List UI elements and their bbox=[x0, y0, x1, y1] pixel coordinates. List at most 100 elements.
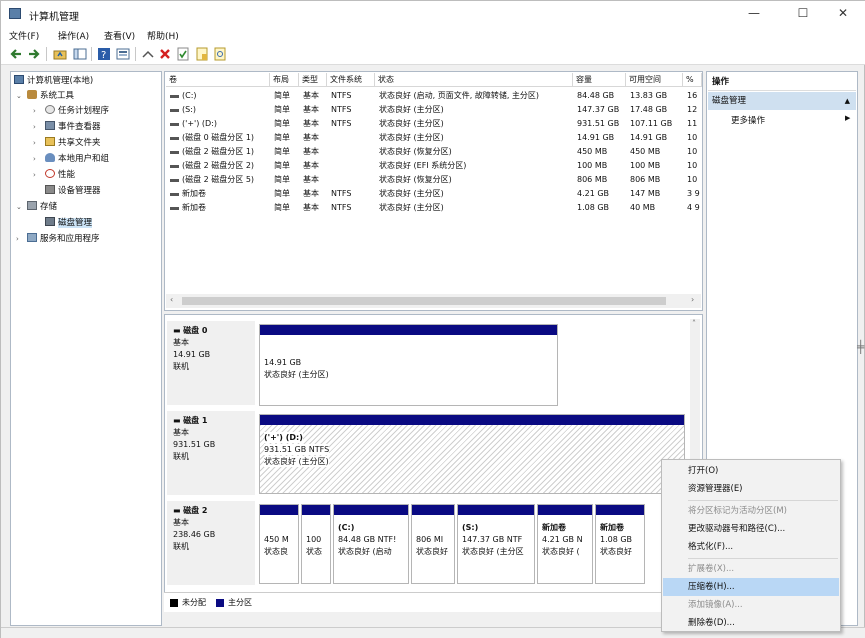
help-icon[interactable]: ? bbox=[97, 47, 111, 61]
new-document-icon[interactable] bbox=[195, 47, 209, 61]
menu-item-change-drive-letter[interactable]: 更改驱动器号和路径(C)... bbox=[663, 520, 839, 538]
disk-2-partition[interactable]: 100 状态 bbox=[301, 504, 331, 584]
minimize-button[interactable]: — bbox=[738, 3, 770, 23]
volume-row[interactable]: 新加卷 简单 基本 NTFS 状态良好 (主分区) 1.08 GB 40 MB 4 9 bbox=[166, 201, 702, 215]
cell-layout: 简单 bbox=[274, 119, 290, 128]
column-header-capacity[interactable]: 容量 bbox=[573, 73, 626, 87]
column-header-type[interactable]: 类型 bbox=[299, 73, 327, 87]
submenu-arrow-icon[interactable]: ▶ bbox=[845, 114, 850, 122]
menu-item-format[interactable]: 格式化(F)... bbox=[663, 538, 839, 556]
menu-action[interactable]: 操作(A) bbox=[58, 29, 89, 42]
show-hide-tree-icon[interactable] bbox=[73, 47, 87, 61]
tree-item-device-manager[interactable]: 设备管理器 bbox=[45, 184, 101, 199]
properties-icon[interactable] bbox=[116, 47, 130, 61]
cell-percent: 16 bbox=[687, 91, 698, 100]
services-icon bbox=[27, 233, 37, 242]
volume-row[interactable]: (磁盘 0 磁盘分区 1) 简单 基本 状态良好 (主分区) 14.91 GB 14.91… bbox=[166, 131, 702, 145]
volume-row[interactable]: (磁盘 2 磁盘分区 2) 简单 基本 状态良好 (EFI 系统分区) 100 MB 10… bbox=[166, 159, 702, 173]
check-icon[interactable] bbox=[176, 47, 190, 61]
more-actions-label: 更多操作 bbox=[731, 116, 766, 126]
tree-item-computer-management[interactable]: 计算机管理(本地) bbox=[14, 74, 93, 89]
expand-arrow-icon[interactable]: › bbox=[16, 235, 19, 243]
tree-item-services-and-apps[interactable]: 服务和应用程序 bbox=[27, 232, 100, 247]
close-button[interactable]: ✕ bbox=[827, 3, 859, 23]
scroll-up-arrow-icon[interactable]: ˄ bbox=[692, 319, 696, 328]
volume-row[interactable]: (磁盘 2 磁盘分区 1) 简单 基本 状态良好 (恢复分区) 450 MB 450 MB… bbox=[166, 145, 702, 159]
volume-row[interactable]: (磁盘 2 磁盘分区 5) 简单 基本 状态良好 (恢复分区) 806 MB 806 MB… bbox=[166, 173, 702, 187]
tree-item-local-users[interactable]: 本地用户和组 bbox=[45, 152, 109, 167]
column-header-file-system[interactable]: 文件系统 bbox=[327, 73, 375, 87]
expand-arrow-icon[interactable]: ⌄ bbox=[16, 92, 22, 100]
column-header-layout[interactable]: 布局 bbox=[270, 73, 299, 87]
disk-2-partition[interactable]: (S:) 147.37 GB NTF 状态良好 (主分区 bbox=[457, 504, 535, 584]
primary-partition-bar bbox=[302, 505, 330, 515]
forward-arrow-icon[interactable] bbox=[27, 47, 41, 61]
expand-arrow-icon[interactable]: › bbox=[33, 107, 36, 115]
volume-icon bbox=[170, 95, 179, 98]
horizontal-scrollbar[interactable]: ‹ › bbox=[166, 294, 701, 308]
menu-item-shrink-volume[interactable]: 压缩卷(H)... bbox=[663, 578, 839, 596]
expand-arrow-icon[interactable]: › bbox=[33, 123, 36, 131]
partition-size: 450 M bbox=[264, 535, 289, 544]
cell-free-space: 100 MB bbox=[630, 161, 661, 170]
scroll-left-arrow-icon[interactable]: ‹ bbox=[170, 295, 173, 304]
volume-row[interactable]: ('+') (D:) 简单 基本 NTFS 状态良好 (主分区) 931.51 GB 107… bbox=[166, 117, 702, 131]
menu-item-open[interactable]: 打开(O) bbox=[663, 462, 839, 480]
disk-2-info[interactable]: ▬ 磁盘 2 基本 238.46 GB 联机 bbox=[167, 501, 255, 585]
tree-item-task-scheduler[interactable]: 任务计划程序 bbox=[45, 104, 109, 119]
expand-arrow-icon[interactable]: › bbox=[33, 139, 36, 147]
search-document-icon[interactable] bbox=[213, 47, 227, 61]
column-header-volume[interactable]: 卷 bbox=[166, 73, 270, 87]
disk-1-info[interactable]: ▬ 磁盘 1 基本 931.51 GB 联机 bbox=[167, 411, 255, 495]
disk-2-partition[interactable]: 新加卷 4.21 GB N 状态良好 ( bbox=[537, 504, 593, 584]
partition-name: (S:) bbox=[462, 523, 479, 532]
menu-view[interactable]: 查看(V) bbox=[104, 29, 135, 42]
back-arrow-icon[interactable] bbox=[9, 47, 23, 61]
disk-0-partition-1[interactable]: 14.91 GB 状态良好 (主分区) bbox=[259, 324, 558, 406]
up-folder-icon[interactable] bbox=[53, 47, 67, 61]
volume-row[interactable]: (C:) 简单 基本 NTFS 状态良好 (启动, 页面文件, 故障转储, 主分区) 84… bbox=[166, 89, 702, 103]
expand-arrow-icon[interactable]: › bbox=[33, 155, 36, 163]
menu-item-mark-active[interactable]: 将分区标记为活动分区(M) bbox=[663, 502, 839, 520]
actions-section-label: 磁盘管理 bbox=[712, 96, 747, 106]
expand-arrow-icon[interactable]: ⌄ bbox=[16, 203, 22, 211]
collapse-arrow-icon[interactable]: ▲ bbox=[845, 92, 850, 110]
tree-item-storage[interactable]: 存储 bbox=[27, 200, 57, 215]
maximize-button[interactable]: ☐ bbox=[787, 3, 819, 23]
column-header-percent[interactable]: % bbox=[683, 73, 702, 87]
volume-row[interactable]: 新加卷 简单 基本 NTFS 状态良好 (主分区) 4.21 GB 147 MB 3 9 bbox=[166, 187, 702, 201]
column-header-free-space[interactable]: 可用空间 bbox=[626, 73, 683, 87]
menu-item-delete-volume[interactable]: 删除卷(D)... bbox=[663, 614, 839, 632]
disk-1-partition-d[interactable]: ('+') (D:) 931.51 GB NTFS 状态良好 (主分区) bbox=[259, 414, 685, 494]
menu-help[interactable]: 帮助(H) bbox=[147, 29, 179, 42]
delete-icon[interactable] bbox=[158, 47, 172, 61]
actions-section-disk-management[interactable]: 磁盘管理 ▲ bbox=[708, 92, 856, 110]
expand-arrow-icon[interactable]: › bbox=[33, 171, 36, 179]
volume-row[interactable]: (S:) 简单 基本 NTFS 状态良好 (主分区) 147.37 GB 17.48 GB 1… bbox=[166, 103, 702, 117]
connect-icon[interactable] bbox=[141, 47, 155, 61]
column-header-status[interactable]: 状态 bbox=[375, 73, 573, 87]
cell-percent: 4 9 bbox=[687, 203, 700, 212]
tree-item-disk-management[interactable]: 磁盘管理 bbox=[45, 216, 93, 231]
disk-2-partition[interactable]: 806 MI 状态良好 bbox=[411, 504, 455, 584]
cell-percent: 11 bbox=[687, 119, 698, 128]
more-actions[interactable]: 更多操作 bbox=[731, 114, 765, 126]
primary-partition-bar bbox=[260, 505, 298, 515]
disk-2-partition[interactable]: 新加卷 1.08 GB 状态良好 bbox=[595, 504, 645, 584]
storage-icon bbox=[27, 201, 37, 210]
scroll-right-arrow-icon[interactable]: › bbox=[691, 295, 694, 304]
tree-item-shared-folders[interactable]: 共享文件夹 bbox=[45, 136, 101, 151]
menu-item-add-mirror[interactable]: 添加镜像(A)... bbox=[663, 596, 839, 614]
primary-partition-bar bbox=[412, 505, 454, 515]
tree-item-system-tools[interactable]: 系统工具 bbox=[27, 89, 74, 104]
disk-2-partition[interactable]: 450 M 状态良 bbox=[259, 504, 299, 584]
horizontal-scroll-thumb[interactable] bbox=[182, 297, 666, 305]
disk-2-partition[interactable]: (C:) 84.48 GB NTF! 状态良好 (启动 bbox=[333, 504, 409, 584]
menu-item-explorer[interactable]: 资源管理器(E) bbox=[663, 480, 839, 498]
cell-layout: 简单 bbox=[274, 105, 290, 114]
menu-file[interactable]: 文件(F) bbox=[9, 29, 39, 42]
tree-item-performance[interactable]: 性能 bbox=[45, 168, 75, 183]
menu-item-extend-volume[interactable]: 扩展卷(X)... bbox=[663, 560, 839, 578]
tree-item-event-viewer[interactable]: 事件查看器 bbox=[45, 120, 101, 135]
disk-0-info[interactable]: ▬ 磁盘 0 基本 14.91 GB 联机 bbox=[167, 321, 255, 405]
